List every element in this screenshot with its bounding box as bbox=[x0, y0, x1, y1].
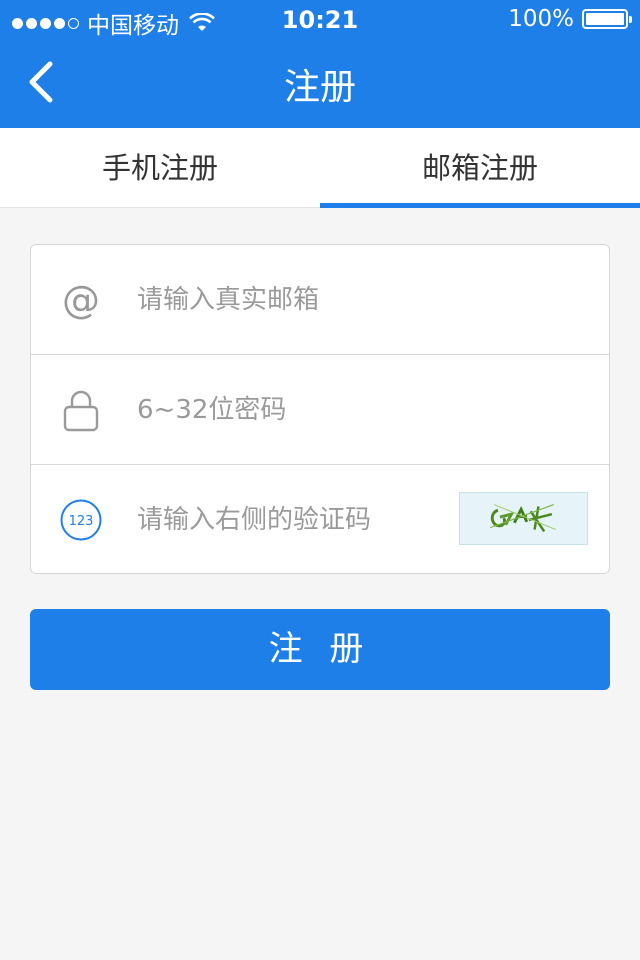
at-icon: @ bbox=[62, 278, 100, 322]
captcha-row: 123 bbox=[31, 465, 609, 573]
status-right: 100% bbox=[508, 6, 632, 32]
page-title: 注册 bbox=[283, 67, 356, 108]
email-input[interactable] bbox=[137, 273, 437, 327]
register-tabs: 手机注册 邮箱注册 bbox=[0, 128, 640, 208]
captcha-input[interactable] bbox=[137, 493, 437, 547]
captcha-image[interactable] bbox=[459, 492, 588, 545]
number-123-icon-label: 123 bbox=[69, 514, 94, 529]
battery-icon bbox=[582, 9, 632, 29]
password-input[interactable] bbox=[137, 383, 437, 437]
email-row: @ bbox=[31, 245, 609, 355]
number-123-icon: 123 bbox=[60, 499, 102, 541]
lock-icon bbox=[63, 390, 99, 432]
app-header: 中国移动 10:21 100% 注册 bbox=[0, 0, 640, 128]
battery-percent: 100% bbox=[508, 6, 574, 32]
tab-phone-register[interactable]: 手机注册 bbox=[0, 128, 320, 208]
register-form: @ 123 bbox=[30, 244, 610, 574]
tab-active-indicator bbox=[320, 203, 640, 208]
password-row bbox=[31, 355, 609, 465]
status-bar: 中国移动 10:21 100% bbox=[0, 0, 640, 40]
tab-email-register[interactable]: 邮箱注册 bbox=[320, 128, 640, 208]
register-button[interactable]: 注 册 bbox=[30, 609, 610, 690]
